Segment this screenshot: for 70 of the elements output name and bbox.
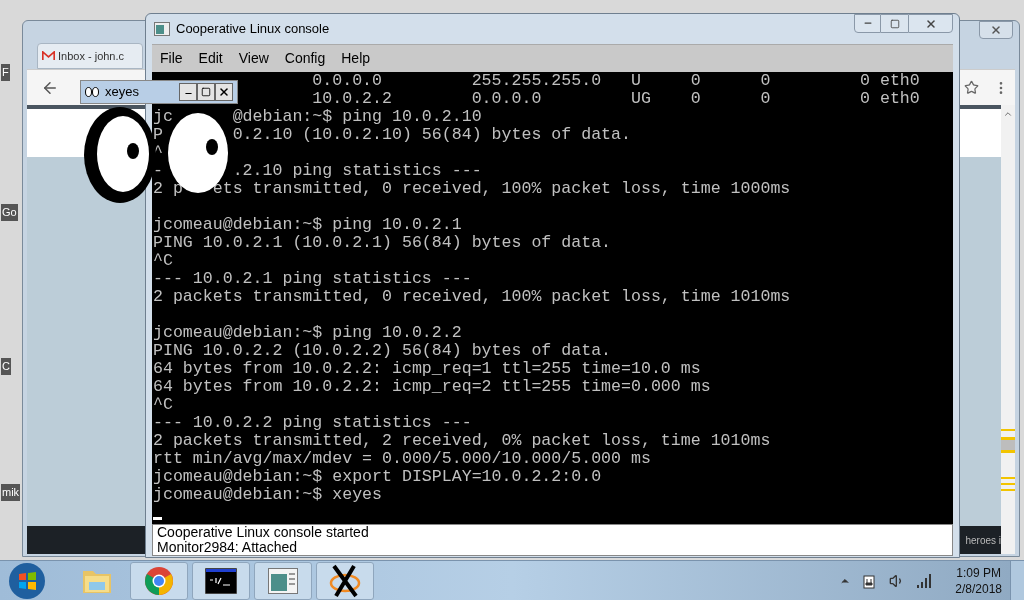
terminal-line: ^C [153, 251, 173, 270]
scroll-up-icon[interactable] [1003, 109, 1013, 119]
terminal-line: - .2.10 ping statistics --- [153, 161, 482, 180]
window-icon[interactable] [268, 567, 298, 594]
taskbar-button[interactable] [192, 561, 250, 600]
terminal-line: jc @debian:~$ ping 10.0.2.10 [153, 107, 482, 126]
close-icon [990, 24, 1002, 36]
terminal-line: rtt min/avg/max/mdev = 0.000/5.000/10.000/5.000 ms [153, 449, 651, 468]
terminal-line: P 0.2.10 (10.0.2.10) 56(84) bytes of data. [153, 125, 631, 144]
terminal-line: --- 10.0.2.2 ping statistics --- [153, 413, 472, 432]
tab-title: Inbox - john.c [58, 48, 125, 64]
desktop-icon-label[interactable]: mik [1, 484, 21, 501]
power-plug-icon[interactable] [863, 572, 878, 589]
close-icon [218, 86, 230, 98]
menu-item[interactable]: Config [284, 47, 326, 69]
minimize-button[interactable] [179, 83, 197, 101]
window-title: Cooperative Linux console [176, 20, 330, 39]
signal-bars-icon[interactable] [917, 573, 934, 588]
text-cursor [153, 516, 162, 520]
close-button[interactable] [215, 83, 233, 101]
scrollbar[interactable] [1001, 105, 1015, 554]
start-button-icon[interactable] [8, 561, 46, 600]
clock-date: 2/8/2018 [955, 580, 1002, 597]
desktop-icon-label[interactable]: Go [1, 204, 18, 221]
terminal-line: --- 10.0.2.1 ping statistics --- [153, 269, 472, 288]
search-marker [1001, 483, 1015, 485]
terminal-line: 64 bytes from 10.0.2.2: icmp_req=2 ttl=255 time=0.000 ms [153, 377, 711, 396]
terminal-line: 2 packets transmitted, 0 received, 100% packet loss, time 1010ms [153, 287, 791, 306]
eyes-icon [85, 87, 99, 97]
terminal-line: jcomeau@debian:~$ ping 10.0.2.2 [153, 323, 462, 342]
search-marker [1001, 489, 1015, 491]
maximize-icon [201, 87, 211, 97]
browser-tab[interactable]: Inbox - john.c [37, 43, 143, 69]
chrome-logo-icon[interactable] [144, 565, 174, 596]
x-logo-icon[interactable] [328, 563, 362, 598]
terminal-line: 2 packets transmitted, 2 received, 0% packet loss, time 1010ms [153, 431, 771, 450]
terminal-line: 0.0.0.0 255.255.255.0 U 0 0 0 eth0 [312, 71, 920, 90]
terminal-line: PING 10.0.2.1 (10.0.2.1) 56(84) bytes of data. [153, 233, 612, 252]
menu-item[interactable]: Edit [198, 47, 223, 69]
terminal-line: jcomeau@debian:~$ ping 10.0.2.1 [153, 215, 462, 234]
status-line: Monitor2984: Attached [157, 540, 299, 555]
clock-time: 1:09 PM [956, 564, 1001, 581]
search-marker [1001, 477, 1015, 479]
terminal-line: 2 p ets transmitted, 0 received, 100% packet loss, time 1000ms [153, 179, 791, 198]
maximize-button[interactable] [881, 14, 908, 33]
terminal-line: 64 bytes from 10.0.2.2: icmp_req=1 ttl=255 time=10.0 ms [153, 359, 701, 378]
maximize-icon [889, 18, 900, 29]
terminal-line: jcomeau@debian:~$ export DISPLAY=10.0.2.2:0.0 [153, 467, 602, 486]
terminal-line: ^C [153, 395, 173, 414]
scroll-thumb[interactable] [1001, 437, 1015, 453]
menu-item[interactable]: File [160, 47, 183, 69]
minimize-button[interactable] [854, 14, 881, 33]
menu-item[interactable]: Help [341, 47, 371, 69]
maximize-button[interactable] [197, 83, 215, 101]
close-icon [924, 17, 937, 30]
window-title: xeyes [105, 83, 139, 102]
command-prompt-icon[interactable] [205, 567, 237, 594]
status-line: Cooperative Linux console started [157, 525, 370, 540]
taskbar-button[interactable] [316, 561, 374, 600]
terminal-line: 10.0.2.2 0.0.0.0 UG 0 0 0 eth0 [312, 89, 920, 108]
terminal-line: PING 10.0.2.2 (10.0.2.2) 56(84) bytes of data. [153, 341, 612, 360]
desktop-icon-label[interactable]: F [1, 64, 10, 81]
page-text: heroes i [965, 533, 1001, 548]
mail-icon [42, 51, 55, 61]
menu-item[interactable]: View [238, 47, 269, 69]
desktop-icon-label[interactable]: C [1, 358, 11, 375]
star-icon[interactable] [964, 80, 979, 95]
window-icon [154, 21, 170, 36]
terminal-line: jcomeau@debian:~$ xeyes [153, 485, 383, 504]
search-marker [1001, 429, 1015, 431]
